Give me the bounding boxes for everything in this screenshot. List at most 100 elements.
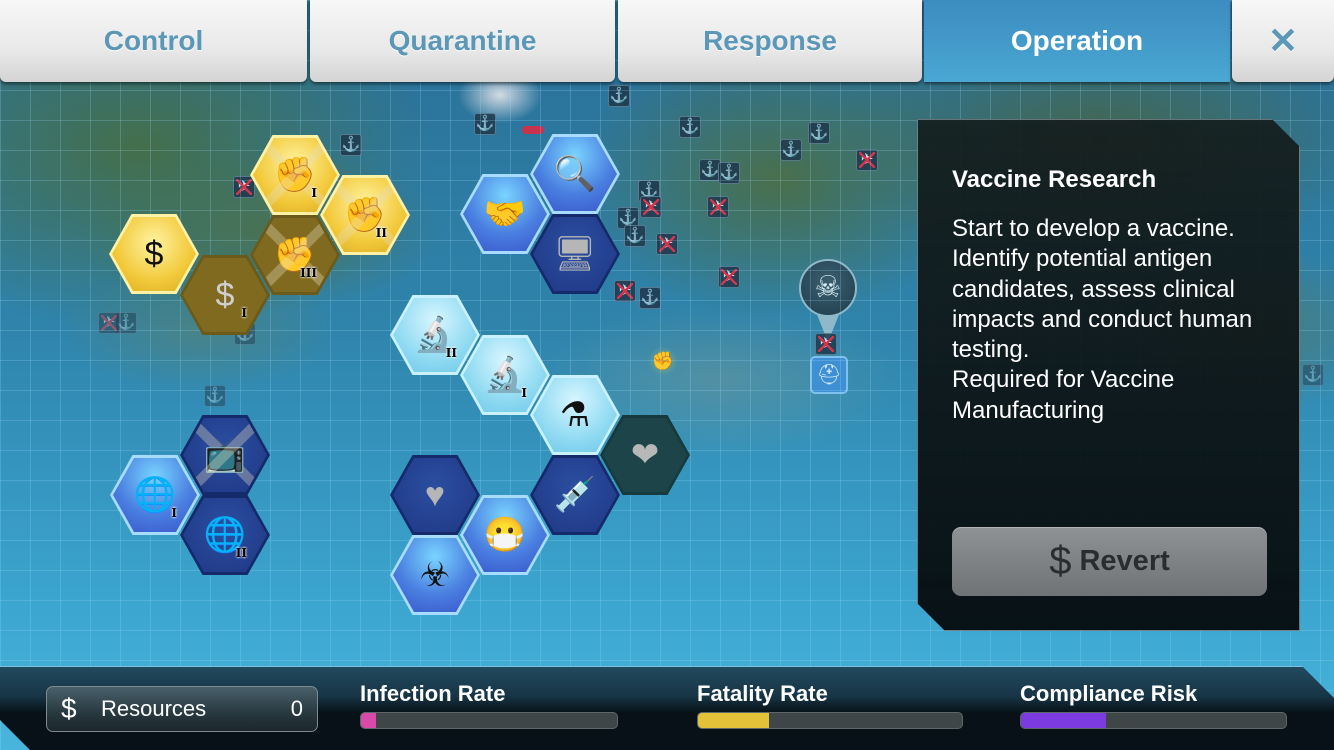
upgrade-description: Start to develop a vaccine. Identify pot…	[952, 215, 1253, 424]
tier-label: II	[375, 226, 387, 240]
anchor-icon: ⚓	[638, 180, 660, 202]
fist-icon: ✊	[273, 156, 317, 194]
upgrade-hex-face: ♥	[393, 458, 477, 532]
revert-label: Revert	[1079, 545, 1170, 577]
magnifier-icon: 🔍	[553, 155, 597, 193]
anchor-icon: ⚓	[624, 225, 646, 247]
upgrade-hex-face: 🖥	[533, 217, 617, 291]
tier-label: I	[241, 306, 247, 320]
dollar-icon: $	[1049, 539, 1072, 583]
anchor-icon: ⚓	[699, 159, 721, 181]
upgrade-hex-face: 🔬 I	[463, 338, 547, 412]
hand-dollar-icon: $	[144, 235, 164, 273]
anchor-icon: ⚓	[780, 139, 802, 161]
tier-label: II	[445, 346, 457, 360]
anchor-icon: ⚓	[718, 162, 740, 184]
tier-label: I	[311, 186, 317, 200]
compliance-risk-label: Compliance Risk	[1020, 681, 1198, 706]
anchor-icon: ⚓	[474, 113, 496, 135]
tier-label: I	[521, 386, 527, 400]
anchor-icon: ⚓	[1302, 364, 1324, 386]
upgrade-hex-face: ⚗	[533, 378, 617, 452]
resources-value: 0	[290, 696, 303, 721]
anchor-icon: ⚓	[608, 85, 630, 107]
biohazard-icon: ☣	[419, 556, 451, 594]
airport-closed-icon: ✈	[233, 176, 255, 198]
upgrade-hex-face: 🌐 II	[183, 498, 267, 572]
heart-pulse-icon: ♥	[424, 476, 446, 514]
fatality-rate-fill	[698, 713, 770, 728]
infection-rate-bar	[360, 712, 618, 729]
fatality-rate-bar	[697, 712, 963, 729]
infection-rate-stat: Infection Rate	[360, 681, 618, 729]
upgrade-hex-face: 📺	[183, 418, 267, 492]
infection-rate-fill	[361, 713, 377, 728]
airport-closed-icon: ✈	[856, 149, 878, 171]
anchor-icon: ⚓	[340, 134, 362, 156]
globe-laurel-icon: 🌐	[133, 476, 177, 514]
dollar-icon: $	[61, 693, 77, 724]
airport-closed-icon: ✈	[707, 196, 729, 218]
airport-closed-icon: ✈	[98, 312, 120, 334]
upgrade-hex-face: ❤	[603, 418, 687, 492]
fatality-rate-label: Fatality Rate	[697, 681, 828, 706]
hand-dollar-icon: $	[215, 276, 235, 314]
tier-label: I	[171, 506, 177, 520]
microscope-icon: 🔬	[483, 356, 527, 394]
tab-response[interactable]: Response	[618, 0, 922, 82]
status-bar: $ Resources 0 Infection Rate Fatality Ra…	[0, 666, 1334, 750]
airport-closed-icon: ✈	[614, 280, 636, 302]
syringe-icon: 💉	[553, 476, 597, 514]
upgrade-hex-face: 🔬 II	[393, 298, 477, 372]
tab-operation[interactable]: Operation	[924, 0, 1230, 82]
upgrade-hex-face: ☣	[393, 538, 477, 612]
fist-icon: ✊	[648, 346, 678, 376]
resources-counter: $ Resources 0	[46, 686, 318, 732]
tab-quarantine[interactable]: Quarantine	[310, 0, 615, 82]
skull-icon[interactable]: ☠	[799, 259, 857, 317]
anchor-icon: ⚓	[808, 122, 830, 144]
close-icon: ✕	[1267, 20, 1299, 61]
upgrade-hex-face: $ I	[183, 258, 267, 332]
airport-closed-icon: ✈	[640, 196, 662, 218]
gas-mask-icon: 😷	[483, 516, 527, 554]
skull-pin-tail	[816, 312, 840, 342]
tab-control[interactable]: Control	[0, 0, 307, 82]
flask-gear-icon: ⚗	[559, 396, 591, 434]
revert-button[interactable]: $ Revert	[952, 527, 1267, 596]
close-button[interactable]: ✕	[1232, 0, 1334, 82]
upgrade-hex-face: 🤝	[463, 177, 547, 251]
heart-syringe-icon: ❤	[630, 436, 660, 474]
computer-icon: 🖥	[553, 235, 597, 273]
upgrade-hex-face: ✊ II	[323, 178, 407, 252]
gas-mask-icon[interactable]: ⛑	[810, 356, 848, 394]
tier-label: III	[300, 266, 317, 280]
tv-icon: 📺	[203, 436, 247, 474]
upgrade-hex-face: $	[112, 217, 196, 291]
anchor-icon: ⚓	[115, 312, 137, 334]
upgrade-info-panel: Vaccine Research Start to develop a vacc…	[917, 119, 1300, 631]
tab-bar: Control Quarantine Response Operation ✕	[0, 0, 1334, 82]
fatality-rate-stat: Fatality Rate	[697, 681, 963, 729]
upgrade-hex-face: 😷	[463, 498, 547, 572]
upgrade-hex-face: 💉	[533, 458, 617, 532]
infection-rate-label: Infection Rate	[360, 681, 506, 706]
upgrade-hex-face: ✊ III	[253, 218, 337, 292]
resources-label: Resources	[101, 696, 207, 721]
upgrade-hex-face: 🌐 I	[113, 458, 197, 532]
airport-closed-icon: ✈	[815, 333, 837, 355]
airport-closed-icon: ✈	[656, 233, 678, 255]
anchor-icon: ⚓	[679, 116, 701, 138]
anchor-icon: ⚓	[204, 385, 226, 407]
tier-label: II	[235, 546, 247, 560]
upgrade-title: Vaccine Research	[952, 166, 1157, 193]
upgrade-hex-face: ✊ I	[253, 138, 337, 212]
compliance-risk-bar	[1020, 712, 1287, 729]
compliance-risk-fill	[1021, 713, 1106, 728]
airport-closed-icon: ✈	[718, 266, 740, 288]
handshake-icon: 🤝	[483, 195, 527, 233]
compliance-risk-stat: Compliance Risk	[1020, 681, 1287, 729]
ship-marker	[522, 126, 544, 134]
anchor-icon: ⚓	[617, 207, 639, 229]
anchor-icon: ⚓	[639, 287, 661, 309]
